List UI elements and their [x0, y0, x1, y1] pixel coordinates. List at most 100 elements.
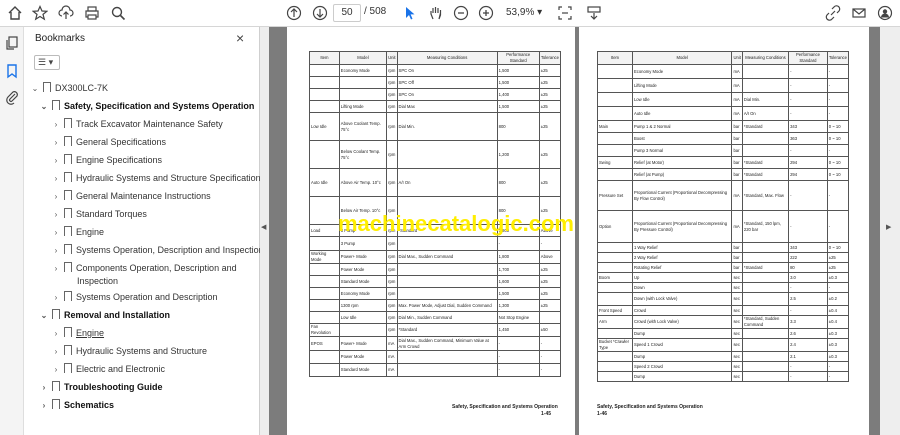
page-up-icon[interactable]	[284, 4, 304, 22]
chevron-right-icon[interactable]: ›	[51, 189, 61, 205]
attachment-icon[interactable]	[4, 89, 20, 105]
chevron-right-icon[interactable]: ›	[51, 362, 61, 378]
bookmark-systems-operation-description[interactable]: › Systems Operation and Description	[51, 289, 218, 305]
hand-icon[interactable]	[426, 4, 446, 22]
table-cell: bar	[731, 132, 743, 145]
table-cell: 2.4	[788, 338, 828, 352]
table-cell	[309, 196, 340, 225]
bookmark-systems-operation-inspection[interactable]: › Systems Operation, Description and Insp…	[51, 242, 264, 258]
bookmark-label: Engine	[76, 328, 105, 338]
bookmark-flag-icon	[64, 118, 72, 129]
table-cell	[741, 351, 790, 362]
cursor-icon[interactable]	[400, 4, 420, 22]
table-cell: ±0.4	[826, 315, 850, 329]
right-panel-handle[interactable]: ▶	[880, 27, 900, 435]
bookmark-engine[interactable]: › Engine	[51, 224, 104, 240]
fit-icon[interactable]	[555, 4, 575, 22]
bookmark-removal-installation[interactable]: ⌄ Removal and Installation	[39, 307, 170, 323]
page-down-icon[interactable]	[310, 4, 330, 22]
chevron-right-icon[interactable]: ›	[51, 290, 61, 306]
scroll-mode-icon[interactable]	[584, 4, 604, 22]
table-cell: 294	[788, 168, 828, 181]
chevron-down-icon[interactable]: ⌄	[39, 99, 49, 115]
bookmark-troubleshooting[interactable]: › Troubleshooting Guide	[39, 379, 163, 395]
table-cell: rpm	[386, 112, 398, 141]
bookmark-options-menu[interactable]: ☰ ▾	[34, 55, 60, 70]
bookmark-safety-spec[interactable]: ⌄ Safety, Specification and Systems Opera…	[39, 98, 254, 114]
zoom-in-icon[interactable]	[476, 4, 496, 22]
table-cell: 1,450	[496, 323, 540, 337]
chevron-down-icon[interactable]: ⌄	[30, 81, 40, 97]
bookmark-schematics[interactable]: › Schematics	[39, 397, 114, 413]
bookmark-standard-torques[interactable]: › Standard Torques	[51, 206, 147, 222]
chevron-down-icon[interactable]: ⌄	[39, 308, 49, 324]
zoom-out-icon[interactable]	[451, 4, 471, 22]
table-cell	[396, 236, 498, 251]
table-cell	[597, 351, 633, 362]
bookmark-dx300lc-7k[interactable]: ⌄ DX300LC-7K	[30, 80, 108, 96]
table-cell	[597, 168, 633, 181]
table-row: Dump sec 2.1 ±0.3	[597, 351, 850, 362]
table-cell	[597, 292, 633, 306]
print-icon[interactable]	[82, 4, 102, 22]
table-cell: bar	[731, 120, 743, 133]
table-cell: ±0.3	[826, 338, 850, 352]
table-cell: Pump 3 Normal	[631, 144, 733, 157]
table-cell: mA	[731, 64, 743, 79]
table-row: Dump sec - -	[597, 371, 850, 382]
bookmark-icon[interactable]	[4, 63, 20, 79]
table-cell: Proportional Current (Proportional Decom…	[631, 210, 733, 243]
chevron-right-icon[interactable]: ›	[51, 117, 61, 133]
chevron-right-icon[interactable]: ›	[39, 398, 49, 414]
bookmark-flag-icon	[64, 262, 72, 273]
link-icon[interactable]	[823, 4, 843, 22]
table-cell: rpm	[386, 168, 398, 197]
chevron-right-icon[interactable]: ›	[51, 326, 61, 342]
bookmark-engine-specs[interactable]: › Engine Specifications	[51, 152, 162, 168]
table-cell	[309, 275, 340, 288]
chevron-right-icon[interactable]: ›	[51, 153, 61, 169]
chevron-right-icon[interactable]: ›	[51, 225, 61, 241]
chevron-right-icon[interactable]: ›	[51, 344, 61, 360]
bookmark-maintenance-instructions[interactable]: › General Maintenance Instructions	[51, 188, 211, 204]
close-icon[interactable]: ×	[236, 30, 244, 46]
column-header: Model	[631, 51, 733, 65]
search-zoom-icon[interactable]	[108, 4, 128, 22]
chevron-right-icon[interactable]: ›	[51, 171, 61, 187]
table-cell	[309, 236, 340, 251]
table-cell: 0 ~ 10	[826, 242, 850, 253]
table-cell: mA	[731, 92, 743, 107]
mail-icon[interactable]	[849, 4, 869, 22]
bookmark-components-operation-line2[interactable]: Inspection	[77, 273, 118, 289]
bookmark-removal-hydraulic[interactable]: › Hydraulic Systems and Structure	[51, 343, 207, 359]
bookmark-hydraulic-specs[interactable]: › Hydraulic Systems and Structure Specifi…	[51, 170, 265, 186]
zoom-level[interactable]: 53,9% ▾	[506, 4, 546, 22]
table-cell: -	[496, 336, 540, 351]
table-cell	[309, 64, 340, 77]
copy-icon[interactable]	[4, 35, 20, 51]
upload-icon[interactable]	[56, 4, 76, 22]
table-row: 1 Way Relief bar 343 0 ~ 10	[597, 242, 850, 253]
chevron-right-icon[interactable]: ›	[51, 207, 61, 223]
account-icon[interactable]	[875, 4, 895, 22]
page-number-input[interactable]: 50	[333, 4, 361, 22]
table-cell: Speed 1 Crowd	[631, 338, 733, 352]
panel-collapse-handle[interactable]: ◀	[260, 27, 269, 435]
home-icon[interactable]	[5, 4, 25, 22]
table-cell: Main	[597, 120, 633, 133]
bookmark-track-excavator-safety[interactable]: › Track Excavator Maintenance Safety	[51, 116, 223, 132]
chevron-right-icon[interactable]: ›	[51, 243, 61, 259]
table-cell: Dial Min.	[741, 92, 790, 107]
table-cell: Bucket *Crawler Type	[597, 338, 633, 352]
star-icon[interactable]	[30, 4, 50, 22]
table-cell	[309, 100, 340, 113]
chevron-right-icon[interactable]: ›	[39, 380, 49, 396]
table-row: Arm Crowd (with Lock Valve) sec *Standard, …	[597, 315, 850, 329]
bookmark-removal-engine[interactable]: › Engine	[51, 325, 104, 341]
table-cell: 2.5	[788, 292, 828, 306]
chevron-right-icon[interactable]: ›	[51, 261, 61, 277]
chevron-right-icon[interactable]: ›	[51, 135, 61, 151]
bookmark-general-specs[interactable]: › General Specifications	[51, 134, 166, 150]
table-cell: Arm	[597, 315, 633, 329]
bookmark-removal-electric[interactable]: › Electric and Electronic	[51, 361, 165, 377]
